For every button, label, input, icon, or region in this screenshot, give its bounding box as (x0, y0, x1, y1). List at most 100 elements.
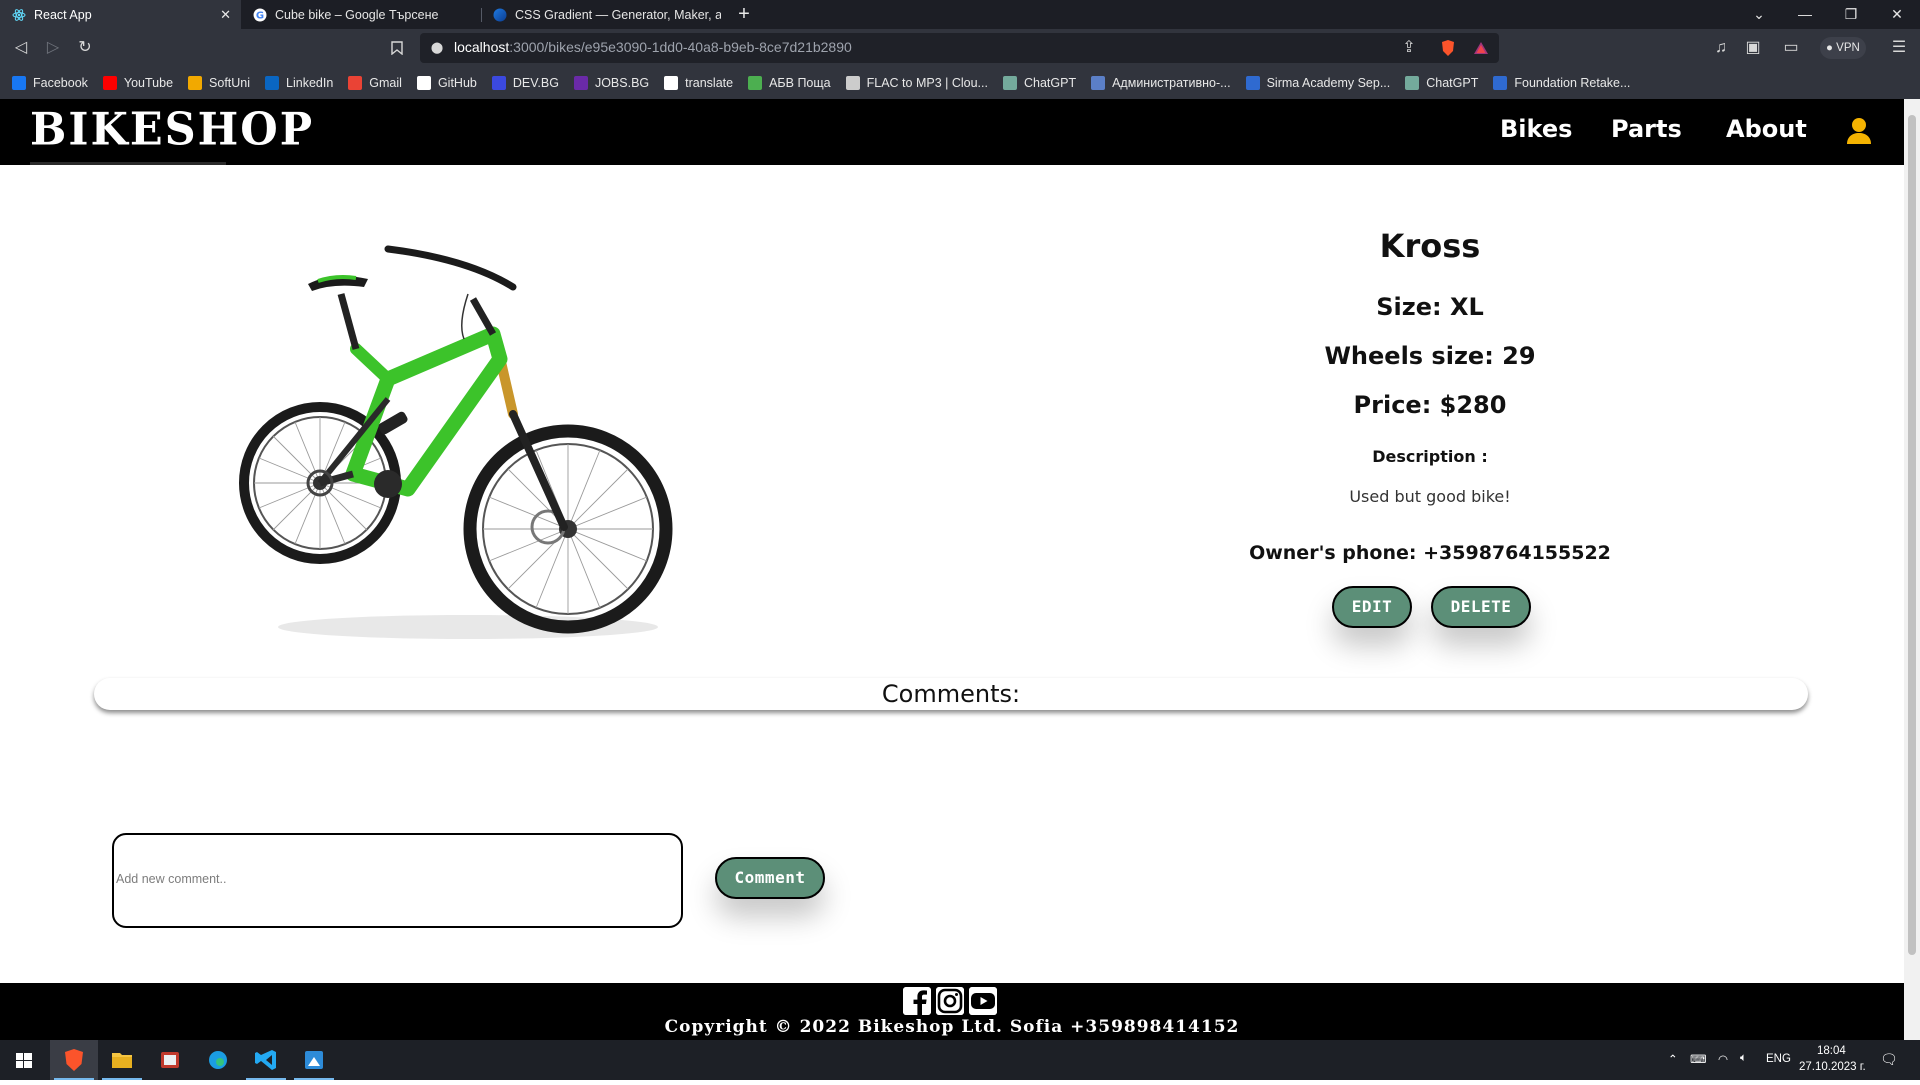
bookmark-icon (1405, 76, 1420, 90)
bookmark-item[interactable]: GitHub (416, 76, 477, 90)
bookmark-icon (102, 76, 117, 90)
close-tab-icon[interactable]: ✕ (220, 7, 231, 23)
tab-react-app[interactable]: React App ✕ (0, 0, 241, 29)
site-info-icon[interactable]: ⬤ (426, 37, 448, 59)
description-text: Used but good bike! (1349, 487, 1511, 506)
owner-phone: Owner's phone: +3598764155522 (1249, 542, 1611, 564)
reload-icon[interactable]: ↻ (74, 37, 96, 59)
start-button[interactable] (0, 1040, 48, 1080)
comments-title: Comments: (94, 678, 1808, 710)
edit-button[interactable]: EDIT (1332, 586, 1412, 628)
tab-title: CSS Gradient — Generator, Maker, an (515, 7, 721, 22)
bookmark-label: FLAC to MP3 | Clou... (866, 76, 988, 90)
bookmark-item[interactable]: DEV.BG (491, 76, 559, 90)
bike-image (239, 245, 673, 639)
taskbar-brave[interactable] (50, 1040, 98, 1080)
bookmark-item[interactable]: Административно-... (1091, 76, 1231, 90)
bookmark-icon (265, 76, 280, 90)
bookmark-icon (748, 76, 763, 90)
nav-bikes[interactable]: Bikes (1500, 115, 1572, 143)
youtube-icon[interactable] (969, 987, 997, 1015)
bookmark-label: Gmail (369, 76, 402, 90)
brave-shield-icon[interactable] (1437, 37, 1459, 59)
bookmark-item[interactable]: ChatGPT (1405, 76, 1478, 90)
media-icon[interactable]: ♫ (1710, 37, 1732, 59)
instagram-icon[interactable] (936, 987, 964, 1015)
bike-size: Size: XL (1376, 293, 1484, 321)
bookmark-item[interactable]: LinkedIn (265, 76, 333, 90)
bookmark-item[interactable]: Facebook (12, 76, 88, 90)
page-scrollbar[interactable] (1904, 99, 1920, 1040)
bike-wheels-size: Wheels size: 29 (1324, 342, 1536, 370)
bookmark-label: АБВ Поща (769, 76, 831, 90)
tray-chevron-icon[interactable]: ⌃ (1668, 1052, 1678, 1066)
site-logo[interactable]: BIKESHOP (30, 104, 314, 157)
notifications-icon[interactable]: 🗨︎ (1880, 1051, 1898, 1068)
menu-icon[interactable]: ☰ (1888, 37, 1910, 59)
bookmark-label: LinkedIn (286, 76, 334, 90)
svg-text:G: G (256, 10, 264, 21)
bookmark-item[interactable]: Gmail (348, 76, 402, 90)
bookmark-item[interactable]: translate (664, 76, 733, 90)
bookmark-item[interactable]: Sirma Academy Sep... (1245, 76, 1391, 90)
css-gradient-icon (493, 8, 507, 21)
forward-icon[interactable]: ▷ (42, 37, 64, 59)
comment-input[interactable] (116, 837, 676, 923)
tab-css-gradient[interactable]: CSS Gradient — Generator, Maker, an (481, 0, 721, 29)
bookmark-icon (1245, 76, 1260, 90)
bookmark-item[interactable]: JOBS.BG (573, 76, 650, 90)
bookmark-item[interactable]: ChatGPT (1002, 76, 1076, 90)
bookmark-label: Sirma Academy Sep... (1266, 76, 1391, 90)
nav-about[interactable]: About (1726, 115, 1807, 143)
bookmark-icon (416, 76, 431, 90)
scrollbar-thumb[interactable] (1908, 115, 1916, 955)
bookmark-icon[interactable] (386, 37, 408, 59)
minimize-button[interactable]: — (1782, 0, 1828, 29)
share-icon[interactable]: ⇪ (1398, 37, 1420, 59)
comment-button[interactable]: Comment (715, 857, 825, 899)
bookmark-item[interactable]: АБВ Поща (748, 76, 831, 90)
sidebar-icon[interactable]: ▣ (1742, 37, 1764, 59)
restore-button[interactable]: ❐ (1828, 0, 1874, 29)
vpn-button[interactable]: ● VPN (1820, 37, 1866, 59)
brave-rewards-icon[interactable] (1470, 37, 1492, 59)
volume-icon[interactable]: 🔈︎ (1740, 1052, 1747, 1065)
description-label: Description : (1372, 447, 1488, 466)
taskbar-file-explorer[interactable] (98, 1040, 146, 1080)
wallet-icon[interactable]: ▭ (1780, 37, 1802, 59)
bookmarks-bar: Facebook YouTube SoftUni LinkedIn Gmail GitHu… (0, 67, 1920, 99)
folder-icon (112, 1053, 132, 1068)
taskbar-vscode[interactable] (242, 1040, 290, 1080)
page-viewport: BIKESHOP Bikes Parts About Kross Size: X… (0, 99, 1904, 1040)
url-text[interactable]: localhost:3000/bikes/e95e3090-1dd0-40a8-… (454, 39, 852, 55)
taskbar-app[interactable] (146, 1040, 194, 1080)
clock-date[interactable]: 27.10.2023 г. (1799, 1061, 1866, 1073)
tray-device-icon[interactable]: ⌨ (1690, 1052, 1707, 1066)
delete-button[interactable]: DELETE (1431, 586, 1531, 628)
bookmark-item[interactable]: SoftUni (188, 76, 250, 90)
bike-name: Kross (1379, 227, 1481, 265)
bookmark-item[interactable]: YouTube (102, 76, 173, 90)
back-icon[interactable]: ◁ (10, 37, 32, 59)
wifi-icon[interactable]: ◠ (1718, 1052, 1728, 1066)
user-icon[interactable] (1846, 117, 1872, 145)
bookmark-label: JOBS.BG (594, 76, 650, 90)
app-icon (161, 1052, 179, 1068)
new-tab-button[interactable]: + (733, 3, 755, 25)
bookmark-item[interactable]: FLAC to MP3 | Clou... (845, 76, 988, 90)
close-window-button[interactable]: ✕ (1874, 0, 1920, 29)
facebook-icon[interactable] (903, 987, 931, 1015)
react-icon (12, 8, 26, 21)
tab-search-icon[interactable]: ⌄ (1736, 0, 1782, 29)
language-indicator[interactable]: ENG (1766, 1053, 1791, 1065)
bookmark-icon (1002, 76, 1017, 90)
bookmark-label: Foundation Retake... (1514, 76, 1631, 90)
clock-time[interactable]: 18:04 (1817, 1045, 1846, 1057)
bookmark-item[interactable]: Foundation Retake... (1493, 76, 1630, 90)
taskbar-app-store[interactable] (290, 1040, 338, 1080)
nav-parts[interactable]: Parts (1611, 115, 1682, 143)
bookmark-label: Административно-... (1112, 76, 1231, 90)
taskbar-edge[interactable] (194, 1040, 242, 1080)
vscode-icon (255, 1050, 276, 1070)
tab-google-search[interactable]: G Cube bike – Google Търсене (241, 0, 481, 29)
